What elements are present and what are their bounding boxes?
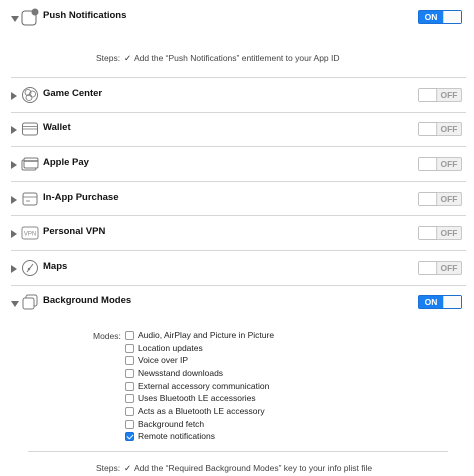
- disclosure-triangle-collapsed-icon[interactable]: [11, 161, 17, 169]
- capability-title: Game Center: [43, 88, 103, 99]
- vpn-icon: VPN: [21, 226, 39, 240]
- divider: [11, 181, 466, 182]
- toggle-knob: [419, 158, 437, 170]
- divider: [11, 77, 466, 78]
- disclosure-triangle-collapsed-icon[interactable]: [11, 196, 17, 204]
- toggle-knob: [419, 89, 437, 101]
- mode-label: Remote notifications: [138, 431, 216, 441]
- capability-game-center: Game Center OFF: [0, 82, 474, 110]
- toggle-knob: [443, 296, 461, 308]
- mode-label: Voice over IP: [138, 355, 189, 365]
- in-app-purchase-icon: [22, 192, 38, 206]
- capability-personal-vpn: VPN Personal VPN OFF: [0, 220, 474, 248]
- background-modes-toggle[interactable]: ON: [418, 295, 462, 309]
- divider: [11, 146, 466, 147]
- toggle-label: OFF: [440, 90, 458, 100]
- disclosure-triangle-expanded-icon[interactable]: [11, 301, 19, 307]
- capability-title: In-App Purchase: [43, 192, 119, 203]
- toggle-label: ON: [424, 297, 438, 307]
- steps-text: Add the “Push Notifications” entitlement…: [134, 53, 340, 63]
- divider: [11, 250, 466, 251]
- wallet-toggle[interactable]: OFF: [418, 122, 462, 136]
- checkmark-icon: ✓: [124, 53, 132, 63]
- mode-label: Acts as a Bluetooth LE accessory: [138, 406, 265, 416]
- divider: [28, 451, 448, 452]
- capability-wallet: Wallet OFF: [0, 116, 474, 144]
- background-steps: Steps: ✓ Add the “Required Background Mo…: [0, 463, 474, 475]
- modes-label: Modes:: [93, 331, 121, 341]
- checkbox[interactable]: [125, 369, 134, 378]
- push-steps: Steps: ✓ Add the “Push Notifications” en…: [0, 53, 474, 65]
- toggle-knob: [419, 123, 437, 135]
- disclosure-triangle-collapsed-icon[interactable]: [11, 92, 17, 100]
- disclosure-triangle-collapsed-icon[interactable]: [11, 230, 17, 238]
- checkbox[interactable]: [125, 382, 134, 391]
- capability-maps: Maps OFF: [0, 255, 474, 283]
- mode-label: Location updates: [138, 343, 203, 353]
- steps-label: Steps:: [96, 53, 121, 63]
- checkbox[interactable]: [125, 356, 134, 365]
- divider: [11, 112, 466, 113]
- checkbox[interactable]: [125, 331, 134, 340]
- game-center-toggle[interactable]: OFF: [418, 88, 462, 102]
- disclosure-triangle-collapsed-icon[interactable]: [11, 265, 17, 273]
- maps-toggle[interactable]: OFF: [418, 261, 462, 275]
- wallet-icon: [22, 122, 38, 136]
- divider: [11, 215, 466, 216]
- capability-title: Wallet: [43, 122, 71, 133]
- capability-push-notifications: Push Notifications ON: [0, 4, 474, 32]
- toggle-label: OFF: [440, 194, 458, 204]
- capability-title: Maps: [43, 261, 68, 272]
- toggle-knob: [419, 262, 437, 274]
- capability-in-app-purchase: In-App Purchase OFF: [0, 186, 474, 214]
- capability-apple-pay: Apple Pay OFF: [0, 151, 474, 179]
- mode-label: Uses Bluetooth LE accessories: [138, 393, 256, 403]
- checkmark-icon: ✓: [124, 463, 132, 473]
- toggle-label: OFF: [440, 124, 458, 134]
- capability-title: Push Notifications: [43, 10, 127, 21]
- toggle-label: OFF: [440, 228, 458, 238]
- checkbox[interactable]: [125, 394, 134, 403]
- svg-text:VPN: VPN: [24, 232, 36, 238]
- toggle-knob: [419, 193, 437, 205]
- disclosure-triangle-collapsed-icon[interactable]: [11, 126, 17, 134]
- push-notifications-toggle[interactable]: ON: [418, 10, 462, 24]
- capability-title: Apple Pay: [43, 157, 89, 168]
- capability-title: Background Modes: [43, 295, 132, 306]
- steps-label: Steps:: [96, 463, 121, 473]
- toggle-label: OFF: [440, 159, 458, 169]
- push-notifications-icon: [21, 8, 39, 26]
- divider: [11, 285, 466, 286]
- disclosure-triangle-expanded-icon[interactable]: [11, 16, 19, 22]
- checkbox[interactable]: [125, 420, 134, 429]
- mode-label: Newsstand downloads: [138, 368, 224, 378]
- background-modes-icon: [22, 294, 38, 310]
- checkbox-checked[interactable]: [125, 432, 134, 441]
- checkbox[interactable]: [125, 344, 134, 353]
- mode-label: Audio, AirPlay and Picture in Picture: [138, 330, 275, 340]
- capability-background-modes: Background Modes ON: [0, 289, 474, 317]
- apple-pay-toggle[interactable]: OFF: [418, 157, 462, 171]
- checkbox[interactable]: [125, 407, 134, 416]
- steps-text: Add the “Required Background Modes” key …: [134, 463, 373, 473]
- maps-icon: [22, 260, 38, 276]
- toggle-knob: [419, 227, 437, 239]
- toggle-knob: [443, 11, 461, 23]
- mode-label: External accessory communication: [138, 381, 270, 391]
- toggle-label: ON: [424, 12, 438, 22]
- game-center-icon: [22, 87, 38, 103]
- toggle-label: OFF: [440, 263, 458, 273]
- capability-title: Personal VPN: [43, 226, 106, 237]
- apple-pay-icon: [21, 157, 39, 171]
- in-app-purchase-toggle[interactable]: OFF: [418, 192, 462, 206]
- mode-label: Background fetch: [138, 419, 205, 429]
- personal-vpn-toggle[interactable]: OFF: [418, 226, 462, 240]
